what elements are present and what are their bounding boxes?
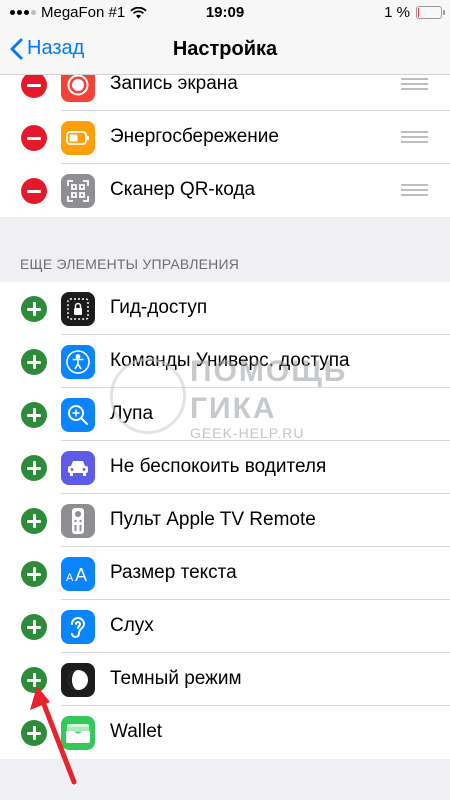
battery-percent: 1 % [384, 4, 410, 21]
control-row-text-size[interactable]: AA Размер текста [0, 547, 450, 600]
svg-text:A: A [75, 565, 87, 584]
control-row-low-power[interactable]: Энергосбережение [0, 111, 450, 164]
add-button[interactable] [21, 296, 47, 322]
battery-icon [416, 6, 445, 19]
watermark-logo-icon [110, 358, 186, 434]
guided-access-lock-icon [61, 292, 95, 326]
add-button[interactable] [21, 561, 47, 587]
remove-button[interactable] [21, 125, 47, 151]
control-label: Сканер QR-кода [110, 179, 256, 200]
accessibility-icon [61, 345, 95, 379]
tv-remote-icon [61, 504, 95, 538]
control-label: Не беспокоить водителя [110, 456, 327, 477]
navigation-bar: Назад Настройка [0, 26, 450, 75]
control-label: Запись экрана [110, 73, 238, 94]
page-title: Настройка [172, 38, 278, 60]
status-time: 19:09 [205, 4, 245, 21]
control-row-apple-tv-remote[interactable]: Пульт Apple TV Remote [0, 494, 450, 547]
ear-icon [61, 610, 95, 644]
control-label: Пульт Apple TV Remote [110, 509, 316, 530]
remove-button[interactable] [21, 178, 47, 204]
qr-scanner-icon [61, 174, 95, 208]
control-label: Слух [110, 615, 154, 636]
control-label: Гид-доступ [110, 297, 208, 318]
svg-text:A: A [66, 572, 74, 584]
watermark-text-line3: GEEK-HELP.RU [190, 425, 305, 441]
control-row-hearing[interactable]: Слух [0, 600, 450, 653]
add-button[interactable] [21, 402, 47, 428]
add-button[interactable] [21, 349, 47, 375]
add-button[interactable] [21, 455, 47, 481]
text-size-icon: AA [61, 557, 95, 591]
control-row-guided-access[interactable]: Гид-доступ [0, 282, 450, 335]
low-power-battery-icon [61, 121, 95, 155]
battery-level [418, 8, 419, 17]
control-label: Темный режим [110, 668, 242, 689]
remove-button[interactable] [21, 72, 47, 98]
add-button[interactable] [21, 508, 47, 534]
status-bar: MegaFon #1 19:09 1 % [0, 0, 450, 26]
annotation-arrow-icon [30, 686, 77, 785]
control-label: Размер текста [110, 562, 237, 583]
add-button[interactable] [21, 614, 47, 640]
watermark-text-line1: ПОМОЩЬ [190, 355, 348, 388]
reorder-handle-icon[interactable] [401, 131, 428, 143]
status-right: 1 % [384, 4, 445, 21]
control-row-qr-scanner[interactable]: Сканер QR-кода [0, 164, 450, 217]
control-label: Энергосбережение [110, 126, 279, 147]
section-header-more-controls: ЕЩЕ ЭЛЕМЕНТЫ УПРАВЛЕНИЯ [20, 256, 240, 272]
included-controls-list: Запись экрана Энергосбережение Сканер QR… [0, 58, 450, 217]
car-icon [61, 451, 95, 485]
control-label: Wallet [110, 721, 163, 742]
magnifier-icon [61, 398, 95, 432]
watermark-text-line2: ГИКА [190, 392, 277, 425]
control-row-driving-focus[interactable]: Не беспокоить водителя [0, 441, 450, 494]
reorder-handle-icon[interactable] [401, 184, 428, 196]
reorder-handle-icon[interactable] [401, 78, 428, 90]
